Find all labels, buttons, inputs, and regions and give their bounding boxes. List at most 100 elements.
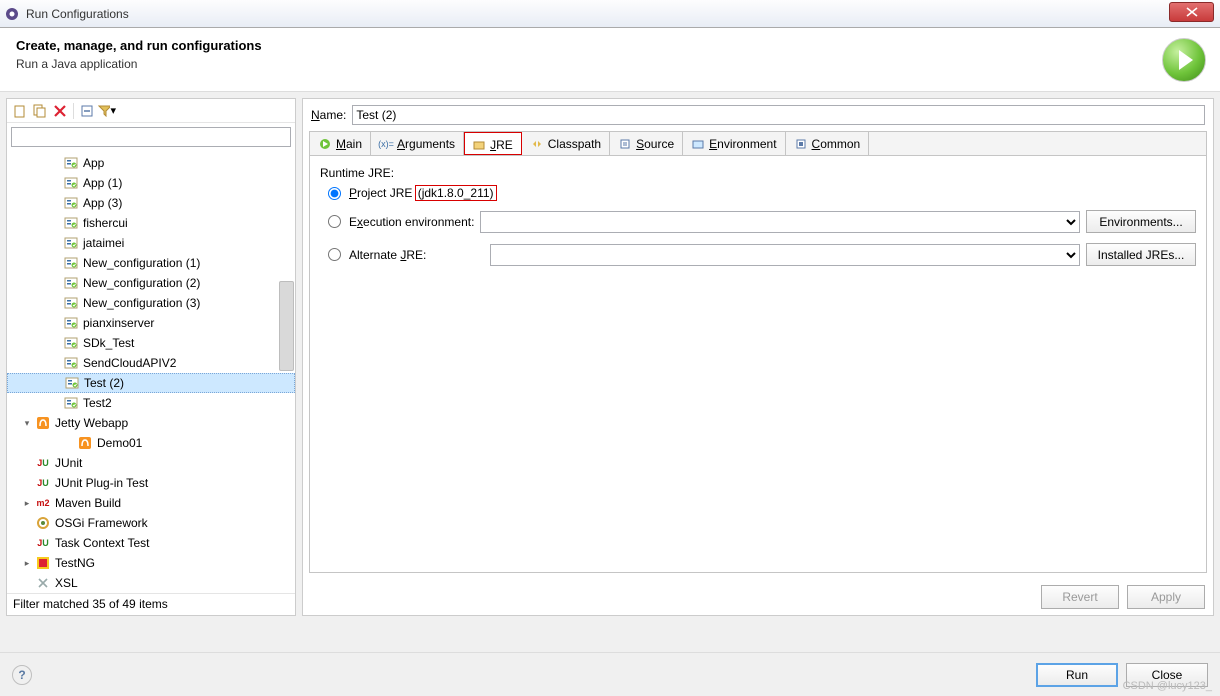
- alt-jre-label: Alternate JRE:: [349, 248, 426, 262]
- juc-icon: JU: [35, 535, 51, 551]
- project-jre-label: Project JRE (jdk1.8.0_211): [349, 186, 496, 200]
- name-row: Name:: [303, 99, 1213, 131]
- tree-item[interactable]: ▸ TestNG: [7, 553, 295, 573]
- exec-env-select[interactable]: [480, 211, 1080, 233]
- java-icon: [63, 275, 79, 291]
- tab-label: Environment: [709, 137, 776, 151]
- java-icon: [63, 295, 79, 311]
- java-icon: [63, 315, 79, 331]
- exec-env-radio[interactable]: [328, 215, 341, 228]
- tree-item-label: JUnit Plug-in Test: [55, 476, 148, 490]
- project-jre-radio[interactable]: [328, 187, 341, 200]
- dialog-footer: ? Run Close CSDN @lucy123_: [0, 652, 1220, 696]
- java-icon: [63, 175, 79, 191]
- tree-item[interactable]: App (3): [7, 193, 295, 213]
- runtime-jre-label: Runtime JRE:: [320, 166, 1196, 180]
- tab-icon: [794, 137, 808, 151]
- tree-item[interactable]: Test (2): [7, 373, 295, 393]
- tab-source[interactable]: Source: [610, 132, 683, 155]
- environments-button[interactable]: Environments...: [1086, 210, 1196, 233]
- tree-item-label: fishercui: [83, 216, 128, 230]
- ju-icon: JU: [35, 455, 51, 471]
- revert-button[interactable]: Revert: [1041, 585, 1119, 609]
- filter-input[interactable]: [11, 127, 291, 147]
- tree-item[interactable]: New_configuration (1): [7, 253, 295, 273]
- tree-item[interactable]: Test2: [7, 393, 295, 413]
- tree-item-label: JUnit: [55, 456, 82, 470]
- tree-item[interactable]: App (1): [7, 173, 295, 193]
- tab-environment[interactable]: Environment: [683, 132, 785, 155]
- tab-icon: [618, 137, 632, 151]
- tree-item[interactable]: SDk_Test: [7, 333, 295, 353]
- tree-item[interactable]: JU JUnit: [7, 453, 295, 473]
- tree-item-label: New_configuration (1): [83, 256, 200, 270]
- java-icon: [64, 375, 80, 391]
- alt-jre-select[interactable]: [490, 244, 1080, 266]
- tree-item[interactable]: fishercui: [7, 213, 295, 233]
- project-jre-value: (jdk1.8.0_211): [416, 186, 496, 200]
- expander-icon[interactable]: ▸: [21, 558, 33, 569]
- tree-item[interactable]: XSL: [7, 573, 295, 593]
- tree-item[interactable]: ▸m2 Maven Build: [7, 493, 295, 513]
- java-icon: [63, 395, 79, 411]
- java-icon: [63, 215, 79, 231]
- tree-item-label: App: [83, 156, 104, 170]
- name-input[interactable]: [352, 105, 1205, 125]
- tree-item-label: SendCloudAPIV2: [83, 356, 176, 370]
- tab-label: Source: [636, 137, 674, 151]
- tree-item[interactable]: New_configuration (3): [7, 293, 295, 313]
- tree-item[interactable]: pianxinserver: [7, 313, 295, 333]
- tree-item-label: Task Context Test: [55, 536, 150, 550]
- run-button[interactable]: Run: [1036, 663, 1118, 687]
- tab-common[interactable]: Common: [786, 132, 870, 155]
- duplicate-config-icon[interactable]: [31, 102, 49, 120]
- tree-item[interactable]: jataimei: [7, 233, 295, 253]
- window-title: Run Configurations: [26, 7, 129, 21]
- delete-config-icon[interactable]: [51, 102, 69, 120]
- tab-label: Arguments: [397, 137, 455, 151]
- tab-icon: [318, 137, 332, 151]
- tab-classpath[interactable]: Classpath: [522, 132, 610, 155]
- scrollbar-thumb[interactable]: [279, 281, 294, 371]
- tab-jre-body: Runtime JRE: Project JRE (jdk1.8.0_211) …: [310, 156, 1206, 572]
- config-tree[interactable]: App App (1) App (3) fishercui jataimei New_co…: [7, 151, 295, 593]
- tab-icon: (x)=: [379, 137, 393, 151]
- tab-main[interactable]: Main: [310, 132, 371, 155]
- tree-item[interactable]: SendCloudAPIV2: [7, 353, 295, 373]
- project-jre-row: Project JRE (jdk1.8.0_211): [328, 186, 1196, 200]
- java-icon: [63, 195, 79, 211]
- filter-box: [7, 123, 295, 151]
- close-window-button[interactable]: [1169, 2, 1214, 22]
- tab-strip: Main (x)= Arguments JREClasspath Source Envir…: [310, 132, 1206, 156]
- right-panel: Name: Main (x)= Arguments JREClasspath Sourc…: [302, 98, 1214, 616]
- new-config-icon[interactable]: [11, 102, 29, 120]
- expander-icon[interactable]: ▸: [21, 498, 33, 509]
- java-icon: [63, 255, 79, 271]
- filter-icon[interactable]: ▾: [98, 102, 116, 120]
- exec-env-label: Execution environment:: [349, 215, 474, 229]
- apply-button[interactable]: Apply: [1127, 585, 1205, 609]
- alt-jre-radio[interactable]: [328, 248, 341, 261]
- tree-item-label: Jetty Webapp: [55, 416, 128, 430]
- tree-item-label: XSL: [55, 576, 78, 590]
- tree-item[interactable]: App: [7, 153, 295, 173]
- tree-item[interactable]: JU Task Context Test: [7, 533, 295, 553]
- java-icon: [63, 355, 79, 371]
- installed-jres-button[interactable]: Installed JREs...: [1086, 243, 1196, 266]
- help-button[interactable]: ?: [12, 665, 32, 685]
- tree-item[interactable]: New_configuration (2): [7, 273, 295, 293]
- app-icon: [4, 6, 20, 22]
- tree-item-label: App (3): [83, 196, 122, 210]
- tree-item[interactable]: OSGi Framework: [7, 513, 295, 533]
- tree-item-label: TestNG: [55, 556, 95, 570]
- expander-icon[interactable]: ▾: [21, 418, 33, 429]
- tree-item[interactable]: JUJUnit Plug-in Test: [7, 473, 295, 493]
- dialog-header: Create, manage, and run configurations R…: [0, 28, 1220, 92]
- tree-item[interactable]: ▾ Jetty Webapp: [7, 413, 295, 433]
- collapse-all-icon[interactable]: [78, 102, 96, 120]
- tree-item[interactable]: Demo01: [7, 433, 295, 453]
- m2-icon: m2: [35, 495, 51, 511]
- tree-item-label: Maven Build: [55, 496, 121, 510]
- tab-arguments[interactable]: (x)= Arguments: [371, 132, 464, 155]
- tab-jre[interactable]: JRE: [464, 132, 522, 155]
